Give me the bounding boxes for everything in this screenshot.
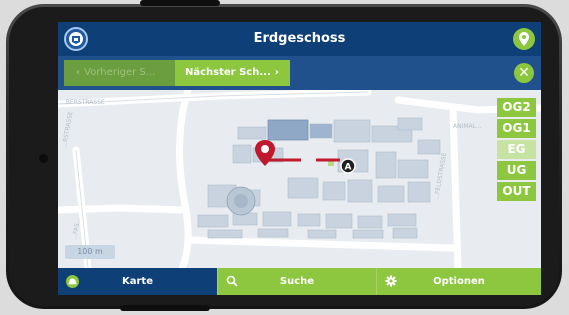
floor-out-button[interactable]: OUT (497, 182, 536, 201)
tab-karte[interactable]: Karte (58, 268, 217, 295)
map-canvas: ...BERSTRASSE ...RSTRASSE ...FAS... ANIM… (58, 90, 541, 268)
street-label: ...BERSTRASSE (60, 99, 105, 106)
floor-og1-button[interactable]: OG1 (497, 119, 536, 138)
close-icon[interactable]: ✕ (514, 63, 534, 83)
map-pin-icon[interactable] (513, 28, 535, 50)
previous-step-label: Vorheriger S... (84, 67, 156, 78)
floor-eg-button[interactable]: EG (497, 140, 536, 159)
hardware-button-top (140, 0, 220, 6)
tab-karte-label: Karte (122, 276, 153, 287)
destination-marker[interactable]: A (340, 158, 356, 174)
page-title: Erdgeschoss (253, 31, 346, 46)
navigation-bar: ‹ Vorheriger S... Nächster Sch... › ✕ (58, 56, 541, 90)
floor-selector: OG2 OG1 EG UG OUT (497, 98, 536, 203)
tab-suche-label: Suche (279, 276, 315, 287)
chevron-left-icon: ‹ (76, 67, 81, 78)
hardware-button-bottom (120, 305, 210, 311)
floor-og2-button[interactable]: OG2 (497, 98, 536, 117)
map-scale: 100 m (65, 245, 115, 259)
app-header: Erdgeschoss (58, 22, 541, 56)
chevron-right-icon: › (274, 67, 279, 78)
front-camera (39, 154, 48, 163)
bottom-tab-bar: Karte Suche Optionen (58, 268, 541, 295)
tab-suche[interactable]: Suche (217, 268, 376, 295)
campus-map[interactable]: ...BERSTRASSE ...RSTRASSE ...FAS... ANIM… (58, 90, 541, 268)
next-step-button[interactable]: Nächster Sch... › (175, 60, 290, 86)
previous-step-button[interactable]: ‹ Vorheriger S... (64, 60, 175, 86)
destination-marker-label: A (345, 163, 352, 173)
app-screen: Erdgeschoss ‹ Vorheriger S... Nächster Sc… (58, 22, 541, 295)
next-step-label: Nächster Sch... (185, 67, 271, 78)
floor-ug-button[interactable]: UG (497, 161, 536, 180)
tab-optionen-label: Optionen (433, 276, 485, 287)
tab-optionen[interactable]: Optionen (376, 268, 541, 295)
street-label: ANIMAL... (453, 123, 482, 130)
